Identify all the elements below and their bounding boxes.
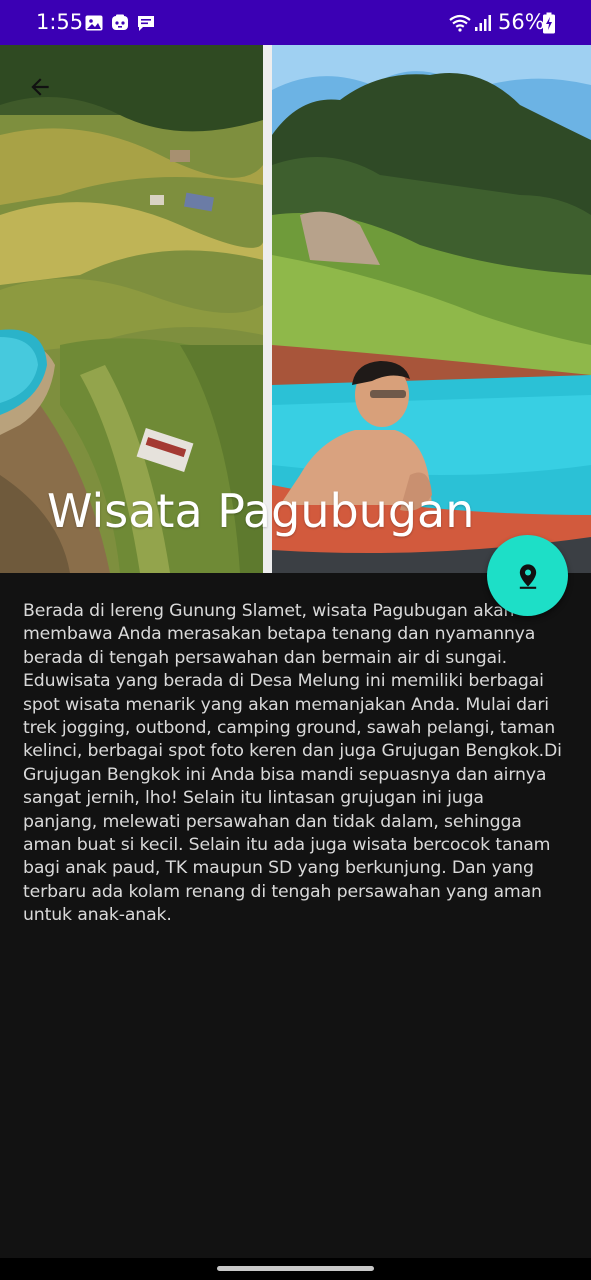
message-icon <box>138 16 154 31</box>
battery-icon <box>543 12 555 34</box>
open-map-button[interactable] <box>487 535 568 616</box>
battery-percent: 56% <box>498 10 545 34</box>
navigation-bar <box>0 1258 591 1280</box>
status-time: 1:55 <box>36 10 84 34</box>
image-icon <box>85 15 103 31</box>
wifi-icon <box>449 14 471 32</box>
place-title: Wisata Pagubugan <box>47 484 475 538</box>
back-button[interactable] <box>20 67 60 107</box>
signal-icon <box>475 15 491 31</box>
arrow-back-icon <box>31 78 49 96</box>
status-bar: 1:55 56% <box>0 0 591 45</box>
detail-screen: 1:55 56% Wisata Pagubugan Berada di lere… <box>0 0 591 1280</box>
game-icon <box>112 14 128 30</box>
location-pin-icon <box>519 563 536 589</box>
place-description: Berada di lereng Gunung Slamet, wisata P… <box>23 601 562 926</box>
home-indicator[interactable] <box>217 1266 374 1271</box>
hero-image: Wisata Pagubugan <box>0 45 591 573</box>
